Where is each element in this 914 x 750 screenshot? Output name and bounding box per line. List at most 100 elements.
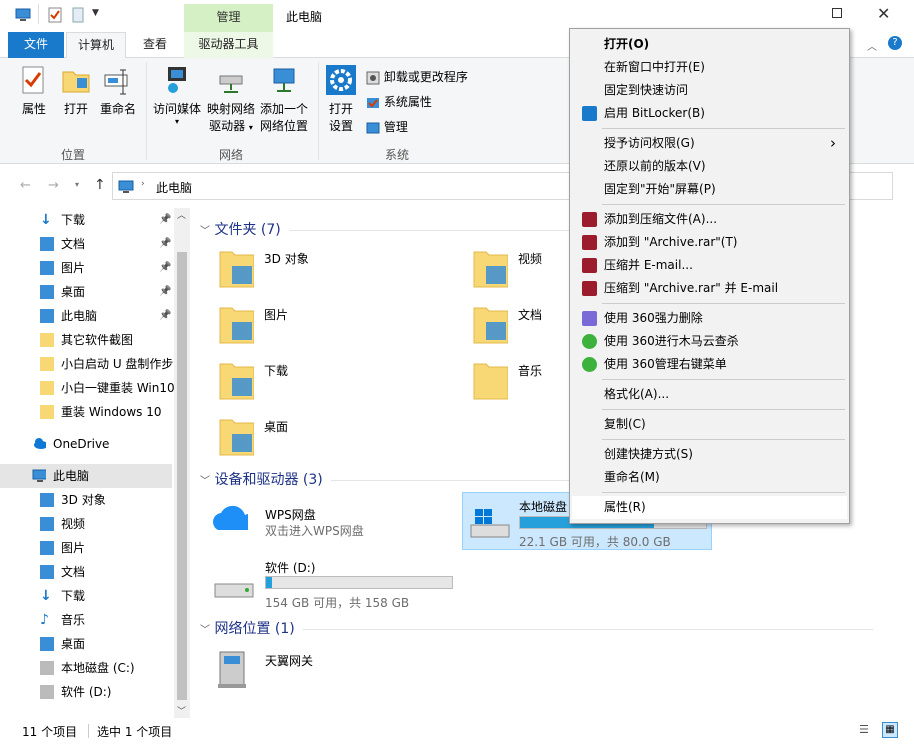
- nav-item-quick[interactable]: 此电脑 📌: [0, 304, 172, 328]
- wps-drive-tile[interactable]: WPS网盘 双击进入WPS网盘: [212, 502, 452, 554]
- nav-item-pc-child[interactable]: 软件 (D:): [0, 680, 172, 704]
- nav-item-quick[interactable]: 小白一键重装 Win10: [0, 376, 175, 400]
- computer-icon: [118, 180, 134, 193]
- forward-arrow-icon[interactable]: →: [48, 178, 59, 193]
- menu-item[interactable]: 重命名(M): [572, 466, 847, 489]
- menu-item[interactable]: 添加到压缩文件(A)...: [572, 208, 847, 231]
- drive-d-tile[interactable]: 软件 (D:) 154 GB 可用，共 158 GB: [212, 558, 462, 616]
- menu-item[interactable]: 添加到 "Archive.rar"(T): [572, 231, 847, 254]
- tab-computer[interactable]: 计算机: [66, 32, 126, 59]
- nav-item-pc-child[interactable]: 桌面: [0, 632, 172, 656]
- music-folder-icon: [473, 363, 508, 400]
- properties-button[interactable]: 属性: [16, 64, 52, 118]
- nav-item-quick[interactable]: 图片 📌: [0, 256, 172, 280]
- nav-item-label: 文档: [61, 565, 86, 579]
- open-settings-label-2: 设置: [328, 119, 353, 133]
- details-view-icon[interactable]: ☰: [859, 723, 869, 736]
- large-icons-view-icon[interactable]: ▦: [882, 722, 898, 738]
- maximize-button[interactable]: [832, 8, 842, 18]
- nav-item-quick[interactable]: 重装 Windows 10: [0, 400, 172, 424]
- map-network-drive-button[interactable]: 映射网络 驱动器 ▾: [205, 64, 257, 136]
- nav-item-pc-child[interactable]: ↓ 下载: [0, 584, 172, 608]
- manage-button[interactable]: 管理: [366, 118, 408, 135]
- nav-item-quick[interactable]: 其它软件截图: [0, 328, 172, 352]
- new-folder-icon[interactable]: [72, 7, 84, 23]
- folder-tile[interactable]: 图片: [218, 302, 458, 354]
- scrollbar-thumb[interactable]: [177, 252, 187, 700]
- manage-tab[interactable]: 管理: [184, 4, 273, 32]
- folder-tile[interactable]: 下载: [218, 358, 458, 410]
- pin-icon[interactable]: 📌: [159, 256, 171, 280]
- nav-item-pc-child[interactable]: 视频: [0, 512, 172, 536]
- pin-icon[interactable]: 📌: [159, 208, 171, 232]
- ribbon-collapse-icon[interactable]: ︿: [867, 38, 877, 53]
- add-network-location-button[interactable]: 添加一个 网络位置: [258, 64, 310, 135]
- tab-drive-tools[interactable]: 驱动器工具: [184, 32, 273, 58]
- back-arrow-icon[interactable]: ←: [20, 178, 31, 193]
- menu-item[interactable]: 压缩到 "Archive.rar" 并 E-mail: [572, 277, 847, 300]
- folders-header-label: 文件夹 (7): [214, 222, 281, 238]
- up-arrow-icon[interactable]: ↑: [94, 177, 106, 193]
- menu-item[interactable]: 固定到快速访问: [572, 79, 847, 102]
- properties-icon[interactable]: [48, 7, 62, 23]
- menu-item-label: 添加到压缩文件(A)...: [604, 212, 718, 226]
- network-device-tile[interactable]: 天翼网关: [212, 646, 452, 698]
- pin-icon[interactable]: 📌: [159, 232, 171, 256]
- nav-item-label: 小白一键重装 Win10: [61, 381, 175, 395]
- menu-item[interactable]: 复制(C): [572, 413, 847, 436]
- nav-item-quick[interactable]: 文档 📌: [0, 232, 172, 256]
- menu-item[interactable]: 固定到"开始"屏幕(P): [572, 178, 847, 201]
- tab-view[interactable]: 查看: [130, 32, 180, 58]
- folder-name: 桌面: [264, 420, 289, 434]
- properties-icon: [22, 66, 44, 94]
- menu-item[interactable]: 还原以前的版本(V): [572, 155, 847, 178]
- nav-item-quick[interactable]: 桌面 📌: [0, 280, 172, 304]
- music-icon: ♪: [40, 612, 49, 628]
- scroll-down-icon[interactable]: ﹀: [177, 704, 186, 717]
- menu-item[interactable]: 压缩并 E-mail...: [572, 254, 847, 277]
- menu-item[interactable]: 打开(O): [572, 33, 847, 56]
- close-button[interactable]: ✕: [877, 4, 890, 23]
- nav-item-onedrive[interactable]: OneDrive: [0, 432, 172, 456]
- menu-item[interactable]: 授予访问权限(G) ›: [572, 132, 847, 155]
- menu-item[interactable]: 使用 360强力删除: [572, 307, 847, 330]
- folder-tile[interactable]: 桌面: [218, 414, 458, 466]
- help-icon[interactable]: ?: [888, 36, 902, 50]
- drive-d-usage-bar: [265, 576, 453, 589]
- pin-icon[interactable]: 📌: [159, 280, 171, 304]
- media-icon: [168, 67, 186, 93]
- nav-item-pc-child[interactable]: ♪ 音乐: [0, 608, 172, 632]
- nav-item-quick[interactable]: ↓ 下载 📌: [0, 208, 172, 232]
- nav-item-thispc[interactable]: 此电脑: [0, 464, 172, 488]
- quick-access-dropdown-icon[interactable]: ▼: [92, 8, 99, 18]
- menu-item[interactable]: 使用 360进行木马云查杀: [572, 330, 847, 353]
- uninstall-program-button[interactable]: 卸载或更改程序: [366, 68, 468, 85]
- nav-item-quick[interactable]: 小白启动 U 盘制作步: [0, 352, 173, 376]
- folder-tile[interactable]: 3D 对象: [218, 246, 458, 298]
- computer-icon: [32, 469, 46, 482]
- nav-item-pc-child[interactable]: 图片: [0, 536, 172, 560]
- menu-item[interactable]: 格式化(A)...: [572, 383, 847, 406]
- menu-item[interactable]: 属性(R): [572, 496, 847, 519]
- menu-item[interactable]: 在新窗口中打开(E): [572, 56, 847, 79]
- rename-button[interactable]: 重命名: [98, 64, 138, 118]
- access-media-button[interactable]: 访问媒体 ▾: [150, 64, 204, 126]
- open-settings-button[interactable]: 打开 设置: [324, 64, 358, 135]
- manage-label: 管理: [383, 120, 408, 134]
- network-section-header[interactable]: ﹀ 网络位置 (1): [200, 618, 873, 638]
- open-button[interactable]: 打开: [58, 64, 94, 118]
- nav-item-label: 音乐: [61, 613, 86, 627]
- folder-name: 音乐: [518, 364, 543, 378]
- nav-scrollbar[interactable]: ︿ ﹀: [174, 208, 190, 718]
- nav-item-pc-child[interactable]: 3D 对象: [0, 488, 172, 512]
- menu-item[interactable]: 创建快捷方式(S): [572, 443, 847, 466]
- system-properties-button[interactable]: 系统属性: [366, 93, 432, 110]
- menu-item[interactable]: 启用 BitLocker(B): [572, 102, 847, 125]
- nav-item-pc-child[interactable]: 本地磁盘 (C:): [0, 656, 172, 680]
- pin-icon[interactable]: 📌: [159, 304, 171, 328]
- scroll-up-icon[interactable]: ︿: [177, 208, 186, 221]
- recent-dropdown-icon[interactable]: ▾: [75, 180, 79, 189]
- menu-item[interactable]: 使用 360管理右键菜单: [572, 353, 847, 376]
- tab-file[interactable]: 文件: [8, 32, 64, 58]
- nav-item-pc-child[interactable]: 文档: [0, 560, 172, 584]
